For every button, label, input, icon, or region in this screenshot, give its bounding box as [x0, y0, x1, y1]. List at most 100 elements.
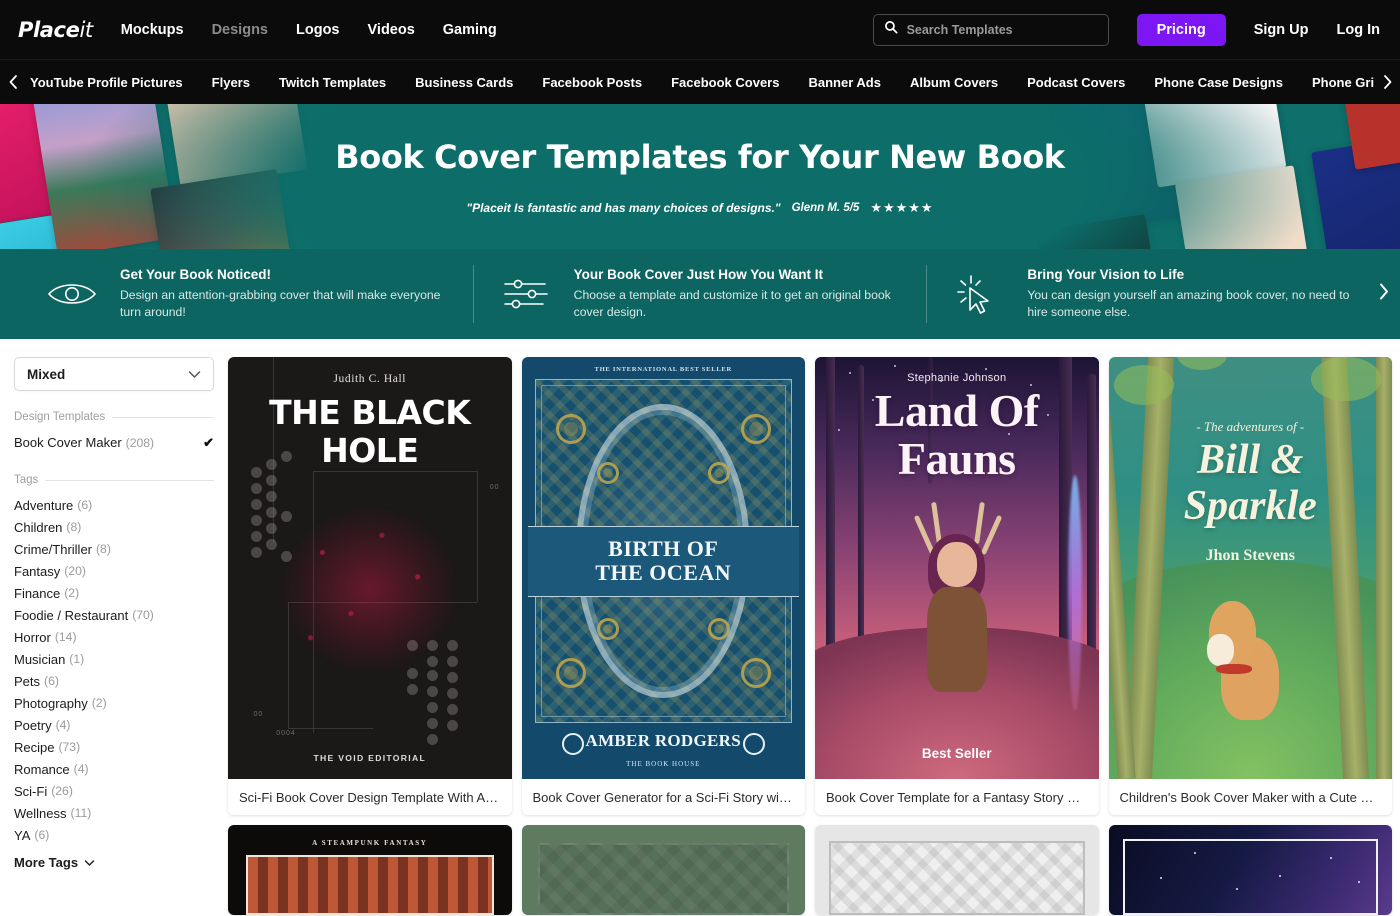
sidebar-tag-children[interactable]: Children (8): [14, 516, 214, 538]
feature-title: Get Your Book Noticed!: [120, 266, 272, 282]
cover-title-line2: HOLE: [321, 431, 419, 470]
category-item-album-covers[interactable]: Album Covers: [910, 75, 998, 90]
faun-character-art: [894, 501, 1019, 729]
template-thumbnail[interactable]: [1108, 825, 1392, 915]
tag-label: Fantasy: [14, 563, 61, 579]
template-card-birth-of-the-ocean[interactable]: THE INTERNATIONAL BEST SELLER BIRTH OF T…: [521, 357, 805, 815]
chevron-right-icon[interactable]: [1374, 60, 1400, 104]
template-card-bill-and-sparkle[interactable]: - The adventures of - Bill & Sparkle Jho…: [1108, 357, 1392, 815]
click-cursor-icon: [951, 273, 1007, 315]
hero-testimonial: "Placeit Is fantastic and has many choic…: [466, 200, 933, 216]
mixed-filter-select[interactable]: Mixed: [14, 357, 214, 391]
cover-author: Stephanie Johnson: [907, 372, 1007, 384]
sidebar-tag-pets[interactable]: Pets (6): [14, 670, 214, 692]
more-tags-button[interactable]: More Tags: [14, 855, 214, 870]
nav-link-gaming[interactable]: Gaming: [443, 22, 497, 38]
template-thumbnail[interactable]: Stephanie Johnson Land Of Fauns Best Sel…: [815, 357, 1099, 779]
dog-illustration: [1205, 593, 1296, 728]
tag-count: (73): [58, 740, 81, 754]
template-card-black-hole[interactable]: Judith C. Hall THE BLACK HOLE 00 00 0004…: [228, 357, 512, 815]
template-card-grey-ornament[interactable]: [815, 825, 1099, 915]
search-input[interactable]: [906, 22, 1098, 37]
sidebar-tag-wellness[interactable]: Wellness (11): [14, 802, 214, 824]
cover-label-b: 00: [253, 711, 264, 719]
template-card-green-ornament[interactable]: [521, 825, 805, 915]
ornament-art: [829, 841, 1085, 915]
category-item-podcast-covers[interactable]: Podcast Covers: [1027, 75, 1125, 90]
template-card-steampunk[interactable]: A STEAMPUNK FANTASY: [228, 825, 512, 915]
template-thumbnail[interactable]: Judith C. Hall THE BLACK HOLE 00 00 0004…: [228, 357, 512, 779]
nav-link-logos[interactable]: Logos: [296, 22, 340, 38]
sidebar-tag-finance[interactable]: Finance (2): [14, 582, 214, 604]
header-right-actions: Pricing Sign Up Log In: [872, 13, 1381, 46]
template-card-land-of-fauns[interactable]: Stephanie Johnson Land Of Fauns Best Sel…: [815, 357, 1099, 815]
category-item-banner-ads[interactable]: Banner Ads: [808, 75, 880, 90]
nav-link-videos[interactable]: Videos: [368, 22, 415, 38]
cover-title-line2: Sparkle: [1183, 483, 1317, 529]
template-thumbnail[interactable]: [521, 825, 805, 915]
cover-title-line1: THE BLACK: [269, 393, 471, 432]
category-item-flyers[interactable]: Flyers: [212, 75, 250, 90]
logo-text-main: Place: [18, 17, 80, 42]
template-caption: Book Cover Template for a Fantasy Story …: [826, 789, 1088, 805]
book-cover-space: [1108, 825, 1392, 915]
tag-label: Adventure: [14, 497, 74, 513]
sidebar-tag-fantasy[interactable]: Fantasy (20): [14, 560, 214, 582]
sidebar-tag-foodie-restaurant[interactable]: Foodie / Restaurant (70): [14, 604, 214, 626]
category-item-facebook-covers[interactable]: Facebook Covers: [671, 75, 779, 90]
chevron-left-icon[interactable]: [0, 60, 26, 104]
chevron-down-icon: [84, 855, 95, 870]
feature-customize: Your Book Cover Just How You Want It Cho…: [474, 267, 927, 322]
sidebar-tag-musician[interactable]: Musician (1): [14, 648, 214, 670]
nav-link-mockups[interactable]: Mockups: [121, 22, 184, 38]
template-caption: Sci-Fi Book Cover Design Template With A…: [239, 789, 501, 805]
feature-next-chevron-right-icon[interactable]: [1377, 282, 1390, 307]
template-caption: Children's Book Cover Maker with a Cute …: [1119, 789, 1382, 805]
template-thumbnail[interactable]: - The adventures of - Bill & Sparkle Jho…: [1108, 357, 1392, 779]
category-item-youtube-profile-pictures[interactable]: YouTube Profile Pictures: [30, 75, 183, 90]
sidebar-tag-adventure[interactable]: Adventure (6): [14, 494, 214, 516]
sidebar-tag-photography[interactable]: Photography (2): [14, 692, 214, 714]
template-thumbnail[interactable]: A STEAMPUNK FANTASY: [228, 825, 512, 915]
sign-up-link[interactable]: Sign Up: [1254, 22, 1309, 38]
category-item-phone-case-designs[interactable]: Phone Case Designs: [1154, 75, 1283, 90]
search-box[interactable]: [872, 13, 1109, 46]
category-item-business-cards[interactable]: Business Cards: [415, 75, 513, 90]
sidebar-tag-sci-fi[interactable]: Sci-Fi (26): [14, 780, 214, 802]
template-thumbnail[interactable]: [815, 825, 1099, 915]
tag-count: (14): [54, 630, 77, 644]
sidebar-item-book-cover-maker[interactable]: Book Cover Maker (208) ✔: [14, 431, 214, 454]
tag-count: (8): [66, 520, 82, 534]
log-in-link[interactable]: Log In: [1337, 22, 1381, 38]
book-cover-black-hole: Judith C. Hall THE BLACK HOLE 00 00 0004…: [228, 357, 512, 779]
sidebar-tag-crime-thriller[interactable]: Crime/Thriller (8): [14, 538, 214, 560]
hero-content: Book Cover Templates for Your New Book "…: [0, 104, 1400, 249]
tag-count: (20): [64, 564, 86, 578]
sidebar-tag-romance[interactable]: Romance (4): [14, 758, 214, 780]
sidebar-tag-ya[interactable]: YA (6): [14, 824, 214, 846]
placeit-logo[interactable]: Placeit: [18, 18, 93, 42]
sidebar-tag-recipe[interactable]: Recipe (73): [14, 736, 214, 758]
template-thumbnail[interactable]: THE INTERNATIONAL BEST SELLER BIRTH OF T…: [521, 357, 805, 779]
category-item-twitch-templates[interactable]: Twitch Templates: [279, 75, 386, 90]
cover-eyebrow: THE INTERNATIONAL BEST SELLER: [594, 366, 732, 373]
tag-label: Poetry: [14, 717, 52, 733]
cover-label-a: 00: [489, 483, 500, 491]
pricing-button[interactable]: Pricing: [1136, 13, 1226, 46]
hero-banner: Book Cover Templates for Your New Book "…: [0, 104, 1400, 249]
tag-count: (11): [70, 806, 92, 820]
tags-header: Tags: [14, 474, 214, 486]
template-card-space[interactable]: [1108, 825, 1392, 915]
primary-nav-links: Mockups Designs Logos Videos Gaming: [121, 22, 497, 38]
nav-link-designs[interactable]: Designs: [212, 22, 268, 38]
tag-label: Sci-Fi: [14, 783, 48, 799]
tag-count: (2): [91, 696, 107, 710]
sidebar-tag-poetry[interactable]: Poetry (4): [14, 714, 214, 736]
cover-author: AMBER RODGERS: [585, 731, 741, 750]
book-cover-steampunk: A STEAMPUNK FANTASY: [228, 825, 512, 915]
tag-label: Finance: [14, 585, 61, 601]
divider-rule: [45, 479, 214, 481]
category-item-facebook-posts[interactable]: Facebook Posts: [542, 75, 642, 90]
design-templates-header: Design Templates: [14, 411, 214, 423]
sidebar-tag-horror[interactable]: Horror (14): [14, 626, 214, 648]
